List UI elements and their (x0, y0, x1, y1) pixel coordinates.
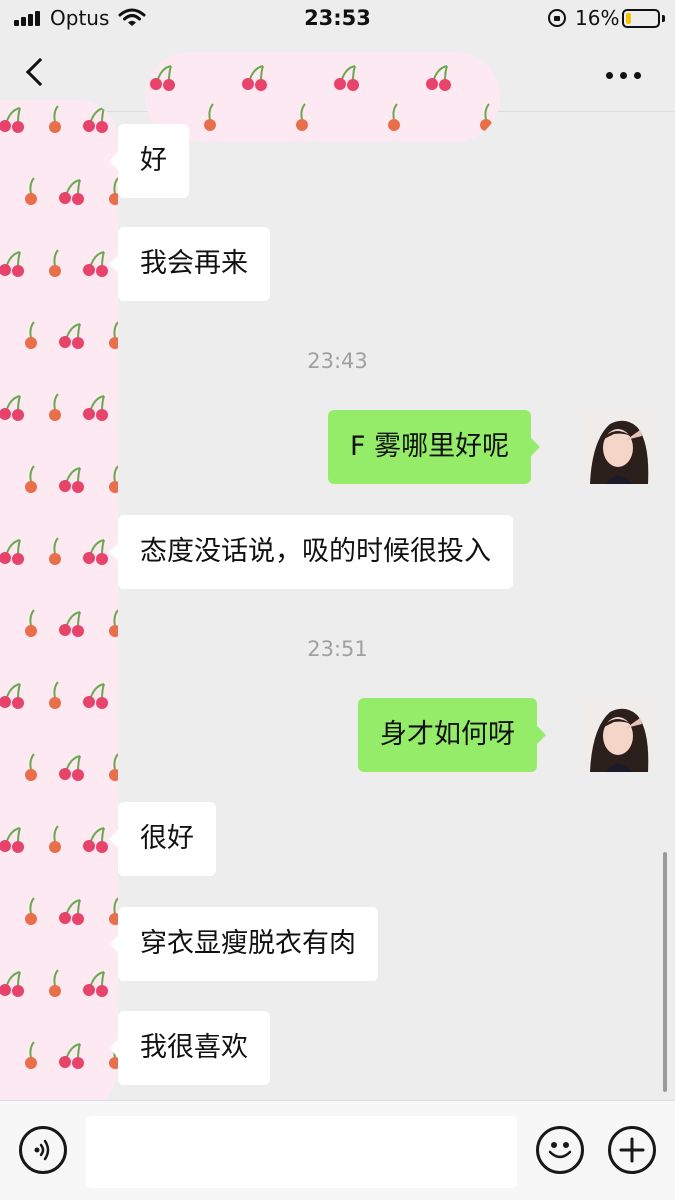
incoming-message[interactable]: 我很喜欢 (109, 1011, 270, 1085)
cherry-icon (0, 102, 30, 136)
voice-waves-icon (34, 1139, 50, 1161)
cherry-icon (98, 606, 118, 640)
cherry-icon (38, 102, 72, 136)
battery-level (626, 13, 631, 24)
cherry-icon (80, 102, 114, 136)
rotation-lock-icon (548, 9, 566, 27)
cherry-sticker-strip (0, 100, 118, 1110)
time-divider: 23:51 (307, 637, 368, 661)
time-divider: 23:43 (307, 349, 368, 373)
cherry-icon (0, 966, 30, 1000)
incoming-message[interactable]: 穿衣显瘦脱衣有肉 (109, 907, 378, 981)
cherry-icon (331, 60, 365, 94)
cherry-icon (469, 100, 500, 134)
cherry-icon (377, 100, 411, 134)
voice-icon[interactable] (19, 1126, 67, 1174)
incoming-message[interactable]: 很好 (109, 802, 216, 876)
user-avatar-icon (580, 698, 654, 772)
cherry-icon (14, 750, 48, 784)
cherry-icon (56, 174, 90, 208)
cherry-icon (14, 1038, 48, 1072)
cherry-icon (0, 678, 30, 712)
cherry-icon (56, 894, 90, 928)
cherry-icon (423, 60, 457, 94)
cherry-icon (147, 60, 181, 94)
cherry-icon (80, 678, 114, 712)
cherry-icon (80, 966, 114, 1000)
plus-icon[interactable] (608, 1126, 656, 1174)
avatar[interactable] (580, 698, 654, 772)
message-input[interactable] (86, 1116, 517, 1188)
cherry-icon (56, 750, 90, 784)
outgoing-message[interactable]: 身才如何呀 (358, 698, 546, 772)
cherry-icon (98, 318, 118, 352)
cherry-icon (38, 822, 72, 856)
emoji-icon[interactable] (536, 1126, 584, 1174)
chevron-left-icon[interactable] (25, 57, 55, 87)
cherry-icon (38, 678, 72, 712)
cherry-icon (14, 318, 48, 352)
scrollbar[interactable] (663, 852, 667, 1092)
cherry-icon (38, 246, 72, 280)
user-avatar-icon (580, 410, 654, 484)
battery-percent: 16% (575, 6, 620, 30)
cherry-icon (285, 100, 319, 134)
cherry-icon (0, 390, 30, 424)
incoming-message[interactable]: 好 (109, 124, 189, 198)
cherry-icon (80, 390, 114, 424)
cherry-icon (14, 894, 48, 928)
cherry-icon (98, 750, 118, 784)
cherry-icon (0, 822, 30, 856)
status-time: 23:53 (304, 6, 371, 30)
incoming-message[interactable]: 态度没话说，吸的时候很投入 (109, 515, 513, 589)
plus-sign-icon (619, 1137, 645, 1163)
cherry-icon (193, 100, 227, 134)
cherry-icon (56, 606, 90, 640)
cherry-icon (0, 534, 30, 568)
cherry-icon (98, 894, 118, 928)
cherry-icon (14, 462, 48, 496)
status-bar: Optus 23:53 16% (0, 0, 675, 40)
incoming-message[interactable]: 我会再来 (109, 227, 270, 301)
cherry-icon (56, 318, 90, 352)
cherry-icon (38, 534, 72, 568)
cherry-icon (56, 462, 90, 496)
smiley-face-icon (548, 1142, 572, 1159)
cherry-icon (38, 390, 72, 424)
cherry-icon (14, 606, 48, 640)
battery-icon (622, 9, 660, 28)
more-dots-icon[interactable] (606, 72, 642, 80)
battery-tip (662, 15, 665, 22)
cherry-icon (38, 966, 72, 1000)
cherry-pattern-sticker (145, 52, 500, 142)
cherry-icon (14, 174, 48, 208)
cherry-icon (56, 1038, 90, 1072)
avatar[interactable] (580, 410, 654, 484)
input-bar (0, 1100, 675, 1200)
cherry-icon (239, 60, 273, 94)
outgoing-message[interactable]: F 雾哪里好呢 (328, 410, 541, 484)
cherry-icon (98, 174, 118, 208)
cherry-icon (0, 246, 30, 280)
cherry-icon (98, 462, 118, 496)
